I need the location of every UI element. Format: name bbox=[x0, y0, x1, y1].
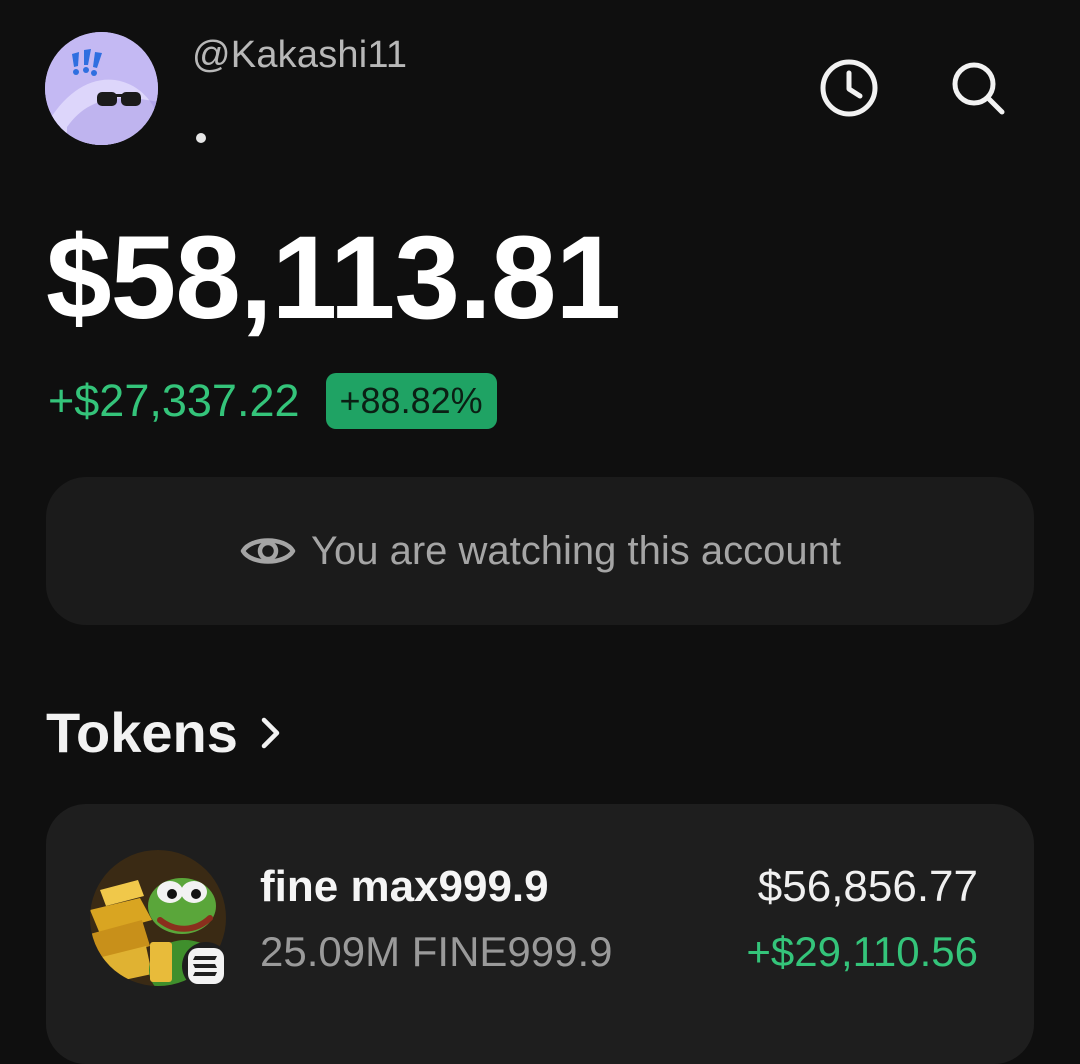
portfolio-change-badge: +88.82% bbox=[325, 373, 497, 429]
status-dot bbox=[196, 133, 206, 143]
search-button[interactable] bbox=[944, 54, 1012, 122]
sunglasses-avatar-icon bbox=[45, 32, 158, 145]
username[interactable]: @Kakashi11 bbox=[192, 34, 407, 77]
portfolio-change-value: +$27,337.22 bbox=[48, 375, 300, 426]
eye-icon bbox=[240, 538, 296, 564]
token-change: +$29,110.56 bbox=[746, 928, 978, 975]
token-row[interactable]: fine max999.9 25.09M FINE999.9 $56,856.7… bbox=[46, 804, 1034, 1064]
token-name: fine max999.9 bbox=[260, 862, 549, 911]
chevron-right-icon bbox=[261, 717, 280, 748]
clock-icon bbox=[820, 59, 878, 117]
tokens-title: Tokens bbox=[46, 701, 238, 764]
history-button[interactable] bbox=[815, 54, 883, 122]
avatar[interactable] bbox=[45, 32, 158, 145]
token-amount: 25.09M FINE999.9 bbox=[260, 928, 613, 975]
tokens-section-link[interactable]: Tokens bbox=[46, 700, 282, 765]
watching-account-banner: You are watching this account bbox=[46, 477, 1034, 625]
search-icon bbox=[952, 62, 1005, 115]
portfolio-balance: $58,113.81 bbox=[46, 212, 621, 344]
token-value: $56,856.77 bbox=[757, 862, 978, 911]
watching-account-text: You are watching this account bbox=[311, 528, 841, 573]
pepe-gold-token-icon bbox=[90, 850, 226, 986]
portfolio-change-row: +$27,337.22 +88.82% bbox=[48, 372, 497, 430]
